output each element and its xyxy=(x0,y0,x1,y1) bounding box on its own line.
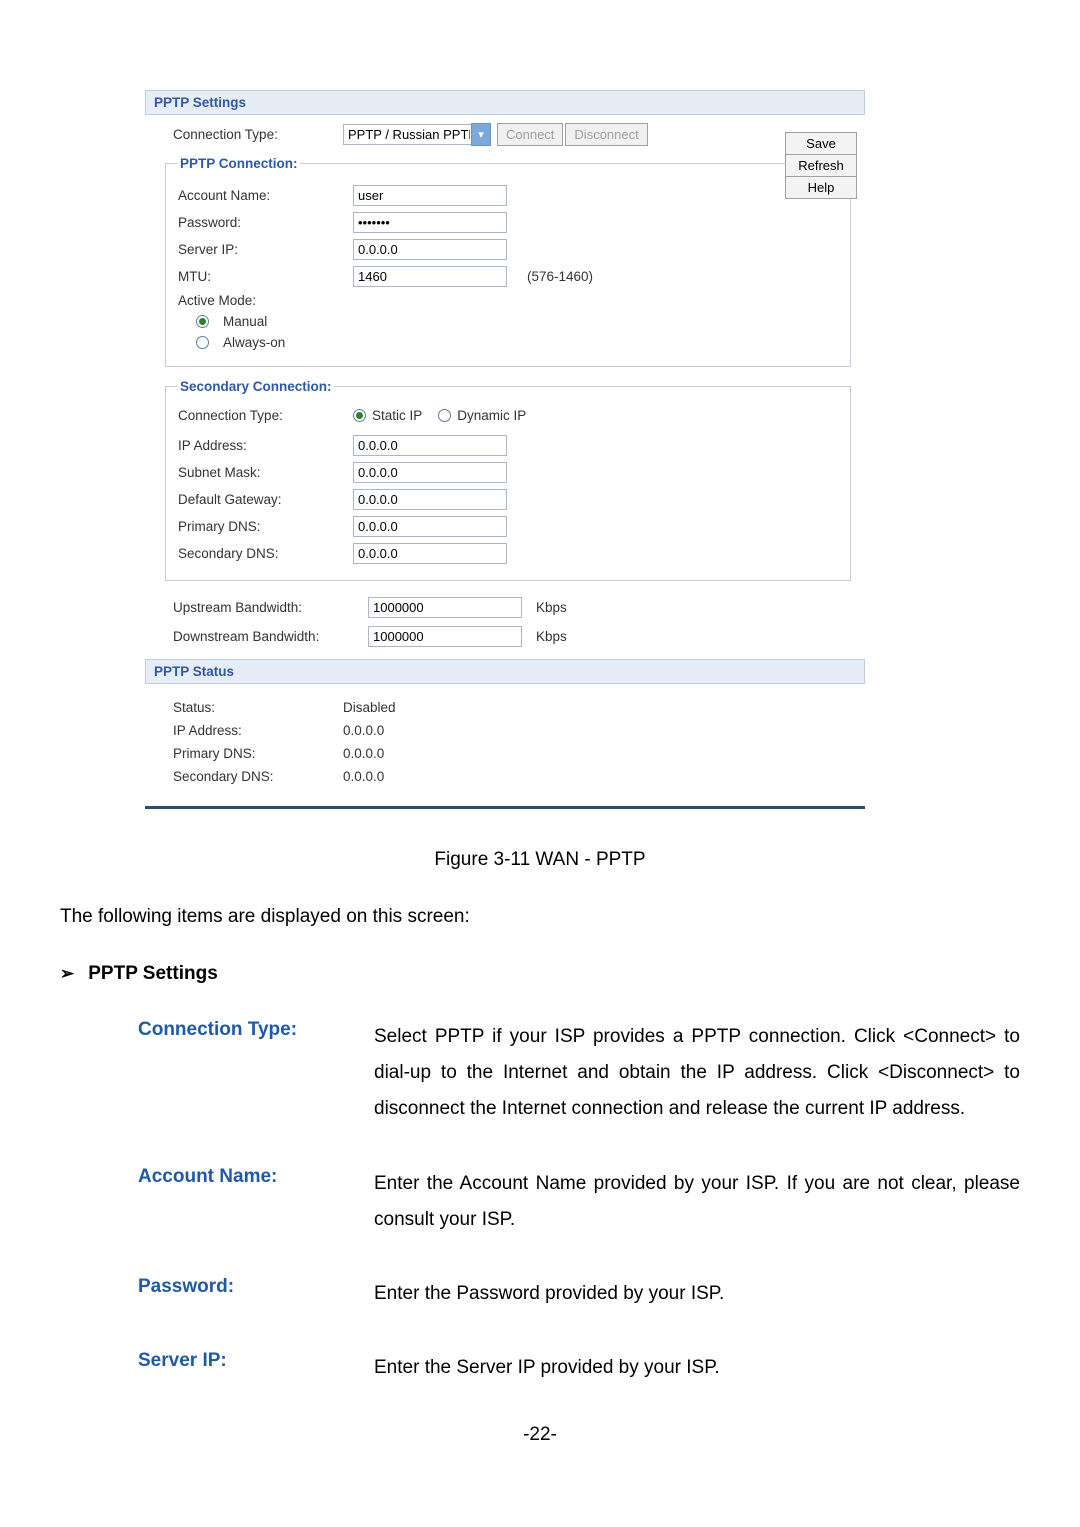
pptp-connection-legend: PPTP Connection: xyxy=(178,156,300,171)
downstream-bw-label: Downstream Bandwidth: xyxy=(173,629,368,644)
pptp-config-panel: PPTP Settings Save Refresh Help Connecti… xyxy=(145,90,865,809)
secondary-dynamic-option[interactable]: Dynamic IP xyxy=(438,408,526,423)
help-button[interactable]: Help xyxy=(785,176,857,199)
dynamic-ip-label: Dynamic IP xyxy=(457,408,526,423)
downstream-bw-input[interactable] xyxy=(368,626,522,647)
pptp-settings-header: PPTP Settings xyxy=(145,90,865,115)
def-account-name-desc: Enter the Account Name provided by your … xyxy=(374,1166,1020,1238)
def-server-ip: Server IP: Enter the Server IP provided … xyxy=(138,1350,1020,1386)
secondary-static-option[interactable]: Static IP xyxy=(353,408,422,423)
password-input[interactable] xyxy=(353,212,507,233)
upstream-bw-unit: Kbps xyxy=(536,600,567,615)
status-sdns-label: Secondary DNS: xyxy=(173,769,343,784)
side-button-group: Save Refresh Help xyxy=(785,132,857,198)
radio-checked-icon xyxy=(196,315,209,328)
def-connection-type-desc: Select PPTP if your ISP provides a PPTP … xyxy=(374,1019,1020,1127)
secondary-ip-label: IP Address: xyxy=(178,438,353,453)
def-connection-type: Connection Type: Select PPTP if your ISP… xyxy=(138,1019,1020,1127)
always-on-label: Always-on xyxy=(223,335,285,350)
secondary-connection-fieldset: Secondary Connection: Connection Type: S… xyxy=(165,379,851,581)
upstream-bw-input[interactable] xyxy=(368,597,522,618)
section-heading-text: PPTP Settings xyxy=(88,963,218,985)
save-button[interactable]: Save xyxy=(785,132,857,155)
password-label: Password: xyxy=(178,215,353,230)
connection-type-select[interactable] xyxy=(343,124,475,145)
manual-label: Manual xyxy=(223,314,267,329)
secondary-primary-dns-label: Primary DNS: xyxy=(178,519,353,534)
def-account-name: Account Name: Enter the Account Name pro… xyxy=(138,1166,1020,1238)
default-gateway-input[interactable] xyxy=(353,489,507,510)
def-server-ip-desc: Enter the Server IP provided by your ISP… xyxy=(374,1350,1020,1386)
status-pdns-label: Primary DNS: xyxy=(173,746,343,761)
disconnect-button[interactable]: Disconnect xyxy=(565,123,647,146)
def-server-ip-term: Server IP: xyxy=(138,1350,374,1386)
active-mode-label: Active Mode: xyxy=(178,293,353,308)
page-number: -22- xyxy=(60,1424,1020,1446)
secondary-connection-legend: Secondary Connection: xyxy=(178,379,334,394)
static-ip-label: Static IP xyxy=(372,408,422,423)
secondary-connection-type-label: Connection Type: xyxy=(178,408,353,423)
secondary-secondary-dns-label: Secondary DNS: xyxy=(178,546,353,561)
refresh-button[interactable]: Refresh xyxy=(785,154,857,177)
secondary-ip-input[interactable] xyxy=(353,435,507,456)
radio-unchecked-icon xyxy=(196,336,209,349)
downstream-bw-unit: Kbps xyxy=(536,629,567,644)
def-password: Password: Enter the Password provided by… xyxy=(138,1276,1020,1312)
status-ip-value: 0.0.0.0 xyxy=(343,723,384,738)
status-ip-label: IP Address: xyxy=(173,723,343,738)
subnet-mask-input[interactable] xyxy=(353,462,507,483)
active-mode-always-option[interactable]: Always-on xyxy=(178,335,353,350)
connection-type-label: Connection Type: xyxy=(173,127,343,142)
account-name-input[interactable] xyxy=(353,185,507,206)
def-password-term: Password: xyxy=(138,1276,374,1312)
figure-caption: Figure 3-11 WAN - PPTP xyxy=(60,849,1020,871)
status-value: Disabled xyxy=(343,700,396,715)
intro-paragraph: The following items are displayed on thi… xyxy=(60,901,1020,933)
account-name-label: Account Name: xyxy=(178,188,353,203)
pptp-connection-fieldset: PPTP Connection: Account Name: Password:… xyxy=(165,156,851,367)
secondary-primary-dns-input[interactable] xyxy=(353,516,507,537)
active-mode-manual-option[interactable]: Manual xyxy=(178,314,353,329)
def-connection-type-term: Connection Type: xyxy=(138,1019,374,1127)
mtu-input[interactable] xyxy=(353,266,507,287)
pptp-status-header: PPTP Status xyxy=(145,659,865,684)
def-password-desc: Enter the Password provided by your ISP. xyxy=(374,1276,1020,1312)
mtu-label: MTU: xyxy=(178,269,353,284)
status-pdns-value: 0.0.0.0 xyxy=(343,746,384,761)
status-label: Status: xyxy=(173,700,343,715)
bullet-arrow-icon: ➢ xyxy=(60,964,74,984)
secondary-secondary-dns-input[interactable] xyxy=(353,543,507,564)
section-heading: ➢ PPTP Settings xyxy=(60,963,1020,985)
pptp-status-block: Status: Disabled IP Address: 0.0.0.0 Pri… xyxy=(145,684,865,806)
mtu-hint: (576-1460) xyxy=(527,269,593,284)
server-ip-input[interactable] xyxy=(353,239,507,260)
radio-unchecked-icon xyxy=(438,409,451,422)
chevron-down-icon[interactable]: ▾ xyxy=(471,123,491,146)
radio-checked-icon xyxy=(353,409,366,422)
default-gateway-label: Default Gateway: xyxy=(178,492,353,507)
def-account-name-term: Account Name: xyxy=(138,1166,374,1238)
server-ip-label: Server IP: xyxy=(178,242,353,257)
subnet-mask-label: Subnet Mask: xyxy=(178,465,353,480)
connect-button[interactable]: Connect xyxy=(497,123,563,146)
status-sdns-value: 0.0.0.0 xyxy=(343,769,384,784)
upstream-bw-label: Upstream Bandwidth: xyxy=(173,600,368,615)
